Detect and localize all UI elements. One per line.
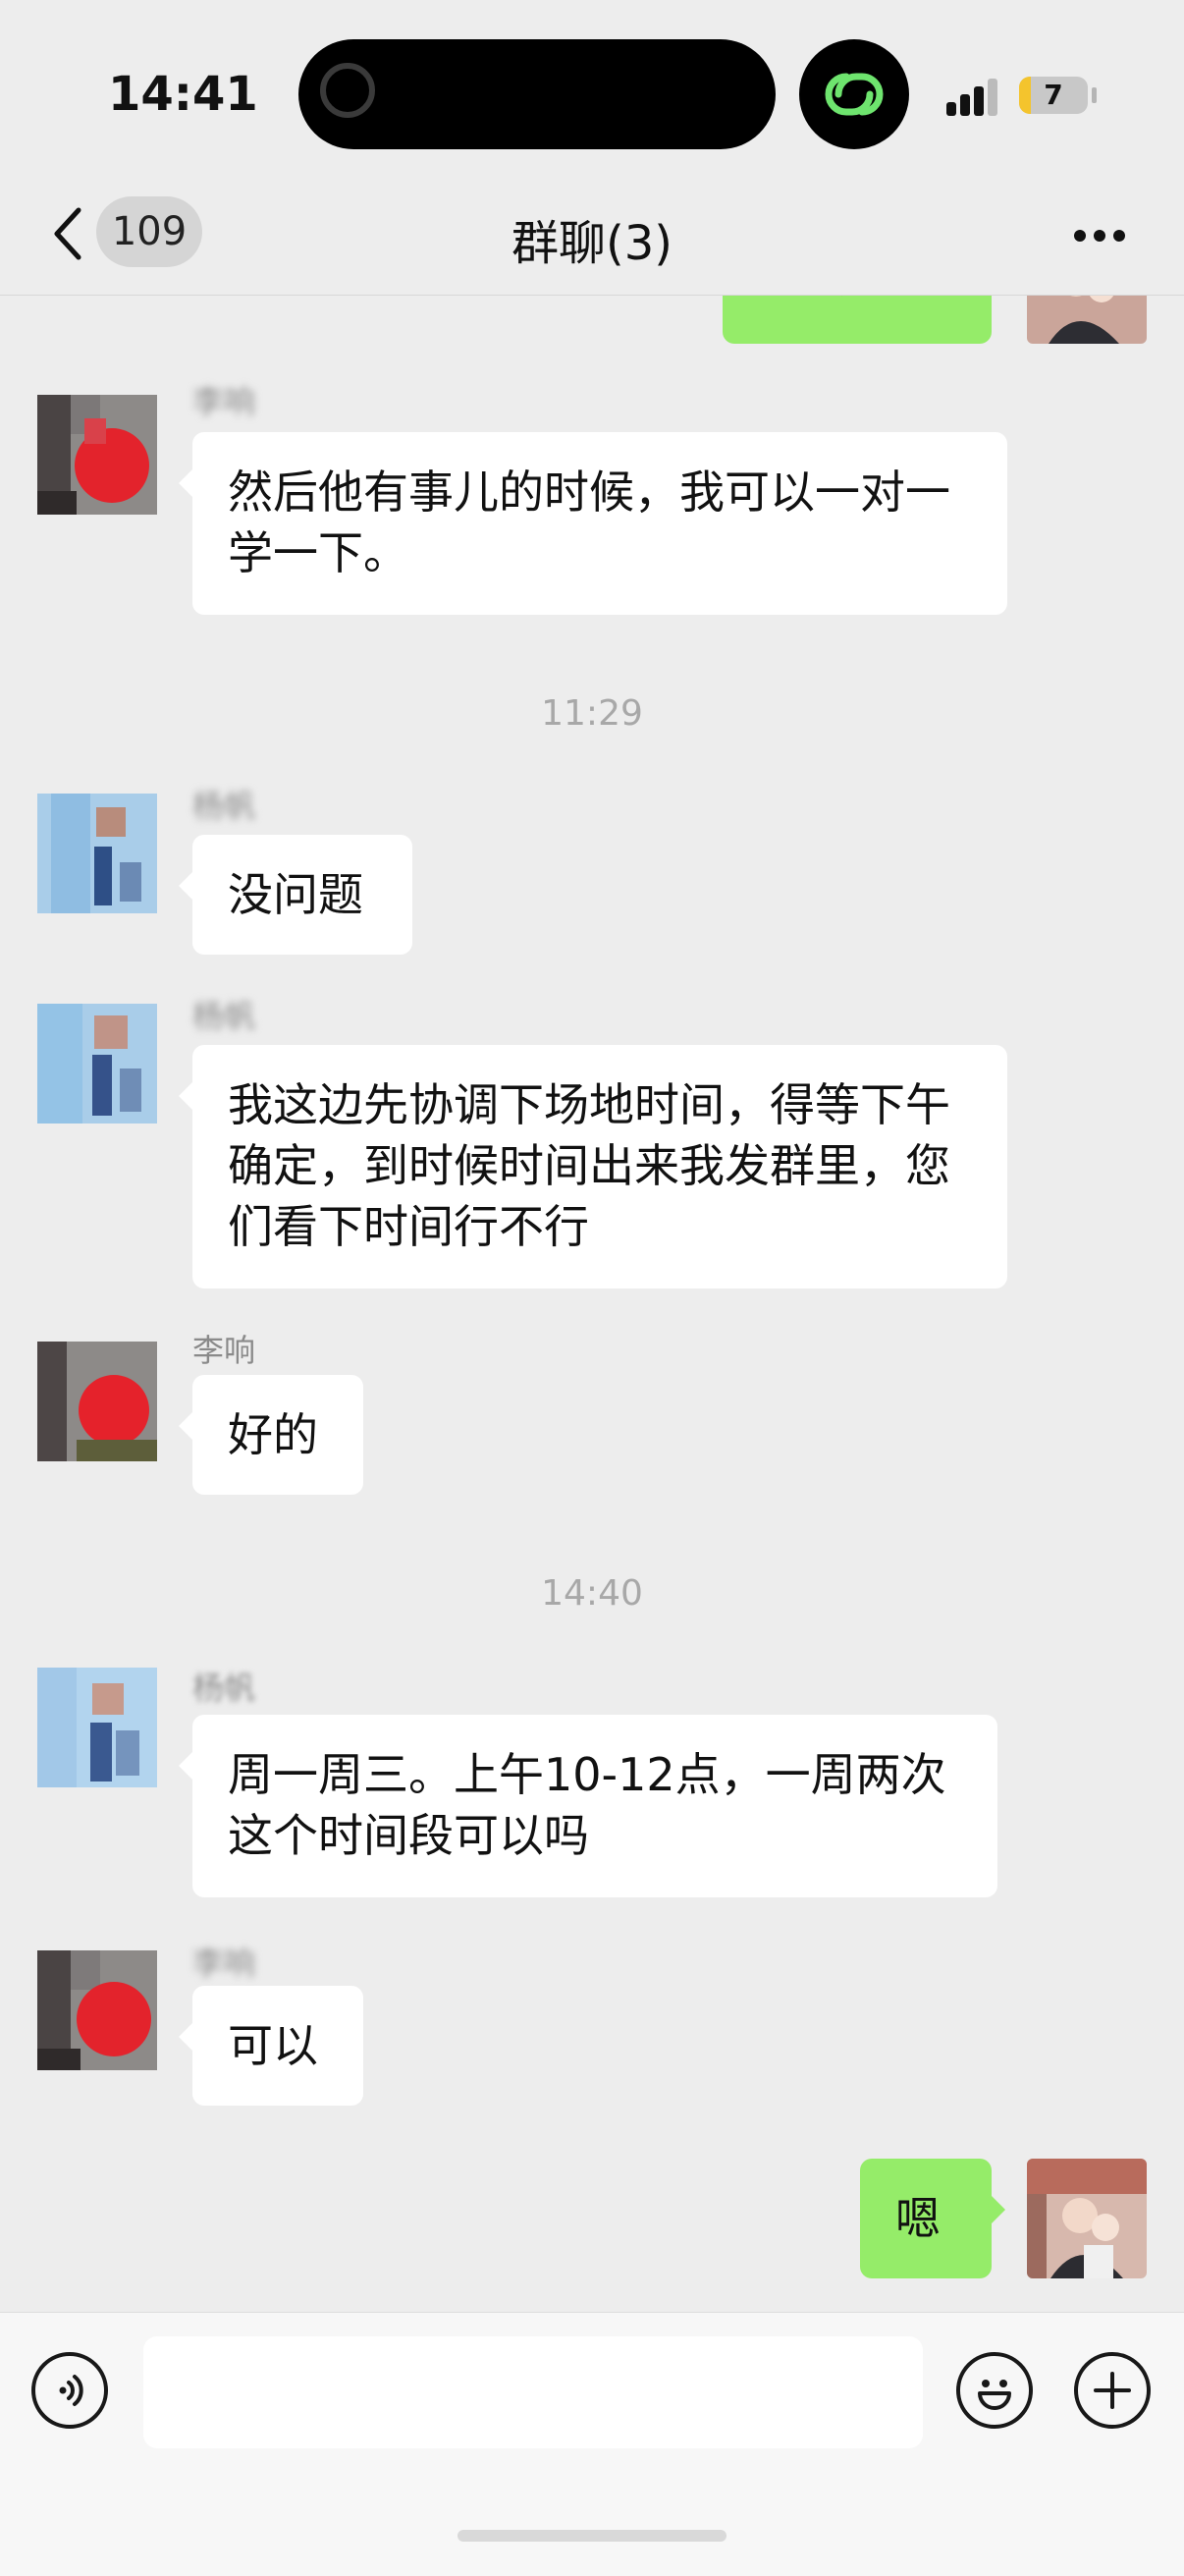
more-options-icon[interactable] [1070, 218, 1129, 247]
message-input[interactable] [143, 2336, 923, 2448]
sender-name: 杨帆 [192, 1670, 256, 1707]
status-time: 14:41 [108, 67, 258, 122]
screen-recording-icon [320, 63, 375, 118]
sender-avatar[interactable] [37, 1004, 157, 1124]
my-avatar[interactable] [1027, 295, 1147, 344]
incoming-message[interactable]: 周一周三。上午10-12点，一周两次这个时间段可以吗 [179, 1715, 997, 1897]
sender-avatar[interactable] [37, 395, 157, 515]
sender-name: 杨帆 [192, 788, 256, 825]
sender-avatar[interactable] [37, 794, 157, 913]
message-list[interactable]: 我要基础 李响 然后他有事儿的时候，我可以一对一学一下。 11:29 [0, 295, 1184, 2312]
message-timestamp: 14:40 [541, 1573, 643, 1614]
chat-header: 109 群聊(3) [0, 187, 1184, 296]
my-avatar[interactable] [1027, 2159, 1147, 2278]
sender-avatar[interactable] [37, 1950, 157, 2070]
sender-avatar[interactable] [37, 1668, 157, 1787]
outgoing-message[interactable]: 我要基础 [723, 295, 992, 344]
voice-icon[interactable] [31, 2352, 108, 2429]
status-bar: 14:41 7 [0, 0, 1184, 187]
home-indicator[interactable] [457, 2530, 727, 2542]
link-app-icon[interactable] [799, 39, 909, 149]
plus-icon[interactable] [1074, 2352, 1151, 2429]
incoming-message[interactable]: 我这边先协调下场地时间，得等下午确定，到时候时间出来我发群里，您们看下时间行不行 [179, 1045, 1007, 1288]
incoming-message[interactable]: 可以 [179, 1986, 363, 2106]
emoji-icon[interactable] [956, 2352, 1033, 2429]
incoming-message[interactable]: 没问题 [179, 835, 412, 955]
chat-title: 群聊(3) [511, 216, 673, 271]
sender-name: 李响 [192, 1945, 256, 1982]
sender-name: 杨帆 [192, 998, 256, 1035]
message-timestamp: 11:29 [541, 693, 643, 734]
incoming-message[interactable]: 好的 [179, 1375, 363, 1495]
sender-name: 李响 [192, 1332, 256, 1369]
sender-name: 李响 [192, 383, 256, 420]
cellular-signal-icon [946, 77, 1001, 116]
outgoing-message[interactable]: 嗯 [860, 2159, 1005, 2278]
sender-avatar[interactable] [37, 1342, 157, 1461]
incoming-message[interactable]: 然后他有事儿的时候，我可以一对一学一下。 [179, 432, 1007, 615]
battery-level: 7 [1044, 79, 1063, 111]
battery-icon: 7 [1019, 77, 1088, 114]
